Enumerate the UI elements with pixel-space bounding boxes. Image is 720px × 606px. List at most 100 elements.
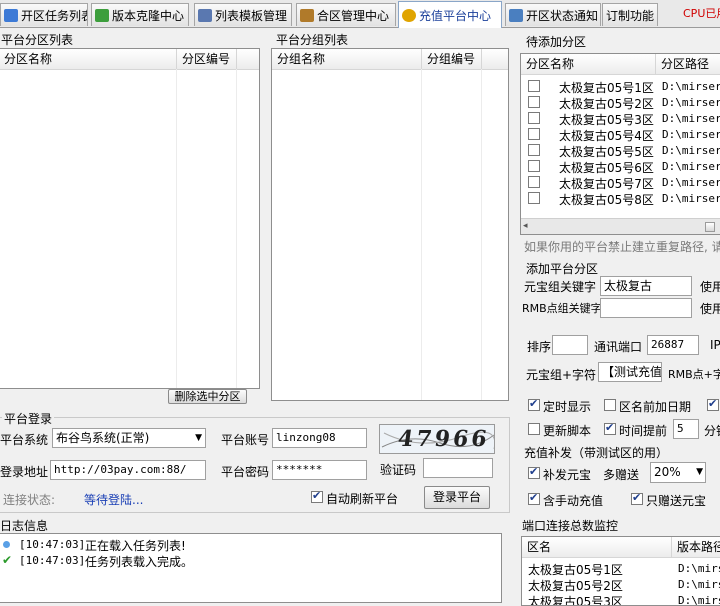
platform-partition-list-table[interactable]: 分区名称 分区编号 xyxy=(0,48,260,389)
yuanbao-group-input[interactable]: 【测试充值 xyxy=(598,362,662,382)
zone-name-cell: 太极复古05号1区 xyxy=(528,563,623,577)
table-header: 分组名称 分组编号 xyxy=(272,49,508,70)
auto-refresh-label: 自动刷新平台 xyxy=(326,492,399,506)
time-advance-input[interactable]: 5 xyxy=(673,419,699,439)
tab-3[interactable]: 列表模板管理 xyxy=(194,3,292,26)
partition-path-cell: D:\mirserv xyxy=(662,96,720,109)
partition-path-cell: D:\mirserv xyxy=(662,112,720,125)
login-platform-button[interactable]: 登录平台 xyxy=(424,486,490,509)
row-checkbox[interactable] xyxy=(528,128,540,140)
system-select[interactable]: 布谷鸟系统(正常) ▼ xyxy=(52,428,206,448)
template-icon xyxy=(198,8,212,22)
version-path-cell: D:\mirs xyxy=(678,578,720,591)
partition-name-cell: 太极复古05号8区 xyxy=(559,193,654,207)
column-header-partition-path[interactable]: 分区路径 xyxy=(656,54,720,74)
table-row[interactable]: 太极复古05号5区D:\mirserv xyxy=(521,142,720,159)
table-row[interactable]: 太极复古05号6区D:\mirserv xyxy=(521,158,720,175)
status-label: 连接状态: xyxy=(3,493,56,507)
partition-path-cell: D:\mirserv xyxy=(662,144,720,157)
platform-group-list-table[interactable]: 分组名称 分组编号 xyxy=(271,48,509,401)
tab-6[interactable]: 开区状态通知 xyxy=(505,3,601,26)
port-monitor-table[interactable]: 区名 版本路径 太极复古05号1区 D:\mirs 太极复古05号2区 D:\mirs… xyxy=(521,536,720,606)
dropdown-arrow-icon[interactable]: ▼ xyxy=(696,463,703,482)
pending-partitions-hint: 如果你用的平台禁止建立重复路径, 请 xyxy=(524,240,720,254)
timed-show-checkbox[interactable] xyxy=(528,397,540,411)
gift-only-yuanbao-checkbox[interactable] xyxy=(631,491,643,505)
yuanbao-keyword-label: 元宝组关键字 xyxy=(524,280,597,294)
column-header-partition-name[interactable]: 分区名称 xyxy=(521,54,656,74)
table-row[interactable]: 太极复古05号8区 D:\mirserv xyxy=(521,190,720,207)
column-header-version-path[interactable]: 版本路径 xyxy=(672,537,720,557)
row-checkbox[interactable] xyxy=(528,96,540,108)
table-row[interactable]: 太极复古05号1区 D:\mirs xyxy=(522,561,720,577)
table-row[interactable]: 太极复古05号7区D:\mirserv xyxy=(521,174,720,191)
platform-partition-list-title: 平台分区列表 xyxy=(1,33,74,47)
row-checkbox[interactable] xyxy=(528,192,540,204)
version-path-cell: D:\mirs xyxy=(678,562,720,575)
rmb-keyword-input[interactable] xyxy=(600,298,692,318)
scroll-thumb[interactable] xyxy=(705,222,715,232)
account-label: 平台账号 xyxy=(221,433,270,447)
delete-selected-partition-button[interactable]: 删除选中分区 xyxy=(168,389,247,404)
dropdown-arrow-icon[interactable]: ▼ xyxy=(195,429,202,447)
manual-topup-checkbox[interactable] xyxy=(528,491,540,505)
calendar-icon xyxy=(4,8,18,22)
coin-icon xyxy=(402,8,416,22)
row-checkbox[interactable] xyxy=(528,160,540,172)
tab-2[interactable]: 版本克隆中心 xyxy=(91,3,189,26)
bonus-yuanbao-label: 补发元宝 xyxy=(543,468,592,482)
code-input[interactable] xyxy=(423,458,493,478)
partition-path-cell: D:\mirserv xyxy=(662,80,720,93)
tab-7[interactable]: 订制功能 xyxy=(602,3,658,26)
tab-1[interactable]: 开区任务列表 xyxy=(0,3,88,26)
minute-label: 分钟 xyxy=(704,424,720,438)
column-header-zone-name[interactable]: 区名 xyxy=(522,537,672,557)
url-label: 登录地址 xyxy=(0,465,49,479)
password-input[interactable]: ******* xyxy=(272,460,367,480)
row-checkbox[interactable] xyxy=(528,112,540,124)
auto-refresh-checkbox[interactable] xyxy=(311,489,323,503)
tab-4[interactable]: 合区管理中心 xyxy=(296,3,396,26)
column-header-group-name[interactable]: 分组名称 xyxy=(272,49,422,69)
yuanbao-keyword-input[interactable]: 太极复古 xyxy=(600,276,692,296)
log-panel[interactable]: [10:47:03] 正在载入任务列表! ✔ [10:47:03] 任务列表载入完成。 xyxy=(0,533,502,603)
rmb-group-label: RMB点+字符 xyxy=(668,368,720,381)
use-label-1: 使用 xyxy=(700,280,720,294)
url-input[interactable]: http://03pay.com:88/ xyxy=(50,460,206,480)
pending-partitions-table[interactable]: 分区名称 分区路径 太极复古05号1区D:\mirserv太极复古05号2区D:… xyxy=(520,53,720,235)
column-header-group-id[interactable]: 分组编号 xyxy=(422,49,482,69)
row-checkbox[interactable] xyxy=(528,144,540,156)
log-line: [10:47:03] 正在载入任务列表! xyxy=(0,537,501,553)
date-prefix-label: 区名前加日期 xyxy=(619,400,692,414)
date-prefix-checkbox[interactable] xyxy=(604,399,616,411)
tab-label: 开区状态通知 xyxy=(526,8,599,23)
captcha-image[interactable]: 47966 xyxy=(379,424,495,454)
table-row[interactable]: 太极复古05号4区D:\mirserv xyxy=(521,126,720,143)
more-gift-select[interactable]: 20% ▼ xyxy=(650,462,706,483)
table-row[interactable]: 太极复古05号2区D:\mirserv xyxy=(521,94,720,111)
log-time: [10:47:03] xyxy=(19,538,86,551)
log-line: ✔ [10:47:03] 任务列表载入完成。 xyxy=(0,553,501,569)
table-row[interactable]: 太极复古05号1区D:\mirserv xyxy=(521,78,720,95)
scroll-left-icon[interactable]: ◂ xyxy=(523,221,533,232)
update-script-checkbox[interactable] xyxy=(528,423,540,435)
column-header-partition-id[interactable]: 分区编号 xyxy=(177,49,237,69)
extra-option-checkbox[interactable] xyxy=(707,397,719,411)
row-checkbox[interactable] xyxy=(528,176,540,188)
tab-label: 开区任务列表 xyxy=(21,8,87,23)
bonus-yuanbao-checkbox[interactable] xyxy=(528,465,540,479)
use-label-2: 使用 xyxy=(700,302,720,316)
tab-5[interactable]: 充值平台中心 xyxy=(398,1,502,28)
column-header-partition-name[interactable]: 分区名称 xyxy=(0,49,177,69)
table-row[interactable]: 太极复古05号3区D:\mirserv xyxy=(521,110,720,127)
port-input[interactable]: 26887 xyxy=(647,335,699,355)
partition-path-cell: D:\mirserv xyxy=(662,160,720,173)
more-gift-label: 多赠送 xyxy=(603,468,640,482)
time-advance-checkbox[interactable] xyxy=(604,421,616,435)
table-row[interactable]: 太极复古05号2区 D:\mirs xyxy=(522,577,720,593)
horizontal-scrollbar[interactable]: ◂ xyxy=(521,218,720,234)
gift-only-yuanbao-label: 只赠送元宝 xyxy=(646,494,707,508)
row-checkbox[interactable] xyxy=(528,80,540,92)
account-input[interactable]: linzong08 xyxy=(272,428,367,448)
sort-input[interactable] xyxy=(552,335,588,355)
